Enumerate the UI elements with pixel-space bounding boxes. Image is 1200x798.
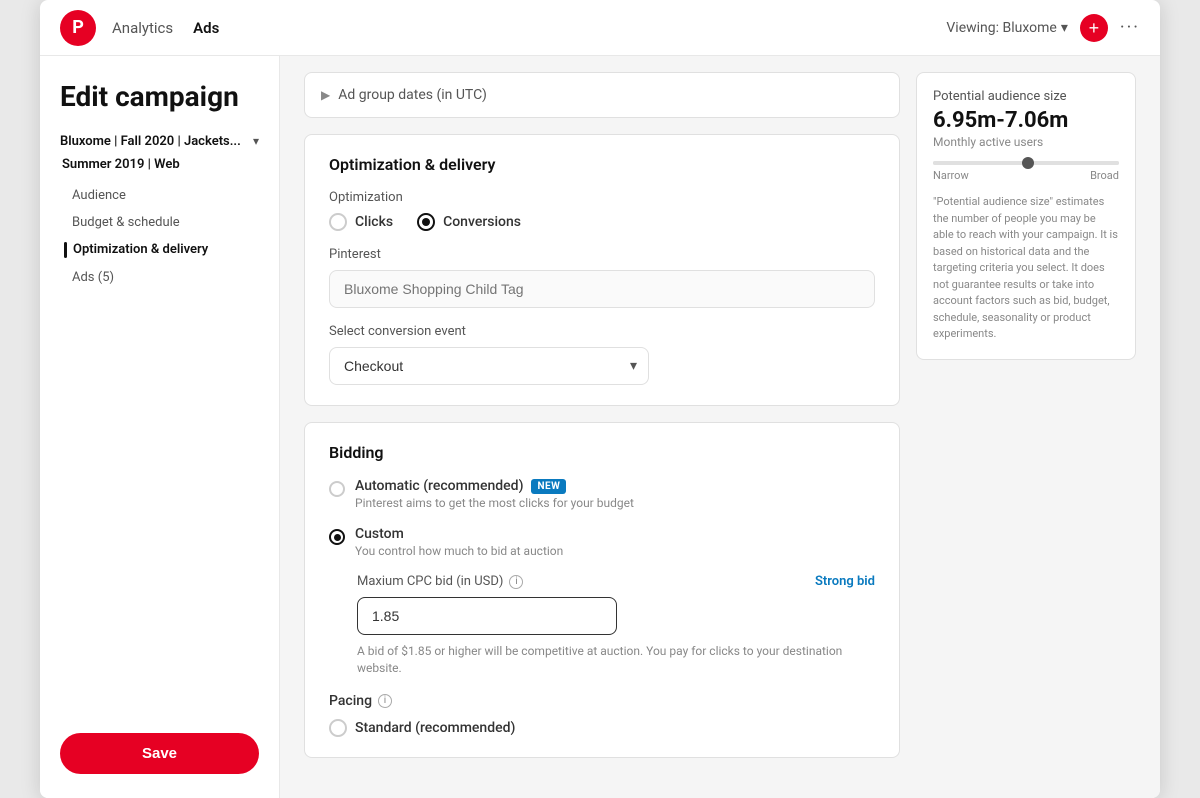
cpc-label-row: Maxium CPC bid (in USD) i Strong bid (357, 574, 875, 589)
pacing-section: Pacing i Standard (recommended) (329, 693, 875, 737)
main-layout: Edit campaign Bluxome | Fall 2020 | Jack… (40, 56, 1160, 798)
slider-labels: Narrow Broad (933, 169, 1119, 182)
conversion-event-select[interactable]: Checkout (329, 347, 649, 385)
optimization-section-title: Optimization & delivery (329, 155, 875, 174)
optimization-section: Optimization & delivery Optimization Cli… (305, 135, 899, 405)
nav-analytics[interactable]: Analytics (112, 15, 173, 41)
expand-arrow-icon: ▶ (321, 88, 330, 102)
sidebar-nav: Audience Budget & schedule Optimization … (60, 184, 259, 289)
sidebar: Edit campaign Bluxome | Fall 2020 | Jack… (40, 56, 280, 798)
content-area: ▶ Ad group dates (in UTC) Optimization &… (280, 56, 1160, 798)
conversion-event-label: Select conversion event (329, 324, 875, 339)
campaign-name: Bluxome | Fall 2020 | Jackets... (60, 134, 241, 149)
ad-group-dates-collapsed[interactable]: ▶ Ad group dates (in UTC) (304, 72, 900, 118)
cpc-note: A bid of $1.85 or higher will be competi… (357, 643, 875, 677)
header-nav: Analytics Ads (112, 15, 219, 41)
pinterest-logo[interactable]: P (60, 10, 96, 46)
pacing-label: Pacing (329, 693, 372, 709)
optimization-radio-group: Clicks Conversions (329, 213, 875, 231)
save-button[interactable]: Save (60, 733, 259, 774)
broad-label: Broad (1090, 169, 1119, 182)
audience-size-card: Potential audience size 6.95m-7.06m Mont… (916, 72, 1136, 360)
narrow-label: Narrow (933, 169, 969, 182)
sidebar-item-ads[interactable]: Ads (5) (64, 266, 259, 289)
ad-group-name: Summer 2019 | Web (60, 157, 259, 172)
sidebar-bottom: Save (60, 733, 259, 774)
page-title: Edit campaign (60, 80, 259, 114)
sidebar-item-audience[interactable]: Audience (64, 184, 259, 207)
clicks-radio[interactable] (329, 213, 347, 231)
pacing-info-icon[interactable]: i (378, 694, 392, 708)
audience-size-value: 6.95m-7.06m (933, 108, 1119, 133)
chevron-down-icon: ▾ (253, 134, 259, 148)
cpc-label: Maxium CPC bid (in USD) (357, 574, 503, 589)
bidding-radio-group: Automatic (recommended) NEW Pinterest ai… (329, 478, 875, 558)
standard-pacing-radio[interactable] (329, 719, 347, 737)
pinterest-field-label: Pinterest (329, 247, 875, 262)
cpc-bid-section: Maxium CPC bid (in USD) i Strong bid A b… (357, 574, 875, 677)
automatic-radio[interactable] (329, 481, 345, 497)
bidding-card: Bidding Automatic (recommended) NEW (304, 422, 900, 758)
automatic-label-row: Automatic (recommended) NEW (355, 478, 634, 494)
add-button[interactable]: + (1080, 14, 1108, 42)
audience-slider-track[interactable] (933, 161, 1119, 165)
optimization-label: Optimization (329, 190, 875, 205)
header-right: Viewing: Bluxome ▾ + ··· (946, 14, 1140, 42)
conversions-radio[interactable] (417, 213, 435, 231)
chevron-down-icon: ▾ (1061, 20, 1068, 36)
standard-pacing-option[interactable]: Standard (recommended) (329, 719, 875, 737)
sidebar-item-budget[interactable]: Budget & schedule (64, 211, 259, 234)
audience-subtitle: Monthly active users (933, 135, 1119, 149)
viewing-selector[interactable]: Viewing: Bluxome ▾ (946, 20, 1068, 36)
automatic-option-content: Automatic (recommended) NEW Pinterest ai… (355, 478, 634, 510)
clicks-label: Clicks (355, 214, 393, 230)
automatic-bid-option[interactable]: Automatic (recommended) NEW Pinterest ai… (329, 478, 875, 510)
conversions-option[interactable]: Conversions (417, 213, 521, 231)
cpc-info-icon[interactable]: i (509, 575, 523, 589)
conversion-event-select-wrapper: Checkout ▾ (329, 347, 649, 385)
automatic-label: Automatic (recommended) (355, 478, 523, 494)
custom-option-content: Custom You control how much to bid at au… (355, 526, 563, 558)
audience-card-title: Potential audience size (933, 89, 1119, 104)
new-badge: NEW (531, 479, 566, 494)
custom-label: Custom (355, 526, 404, 542)
custom-bid-option[interactable]: Custom You control how much to bid at au… (329, 526, 875, 558)
audience-description: "Potential audience size" estimates the … (933, 194, 1119, 343)
nav-ads[interactable]: Ads (193, 15, 219, 41)
content-main: ▶ Ad group dates (in UTC) Optimization &… (304, 56, 900, 774)
audience-sidebar: Potential audience size 6.95m-7.06m Mont… (916, 56, 1136, 774)
strong-bid-label: Strong bid (815, 574, 875, 589)
slider-thumb (1022, 157, 1034, 169)
header: P Analytics Ads Viewing: Bluxome ▾ + ··· (40, 0, 1160, 56)
conversions-label: Conversions (443, 214, 521, 230)
pinterest-tag-input[interactable] (329, 270, 875, 308)
campaign-selector[interactable]: Bluxome | Fall 2020 | Jackets... ▾ (60, 134, 259, 149)
custom-label-row: Custom (355, 526, 563, 542)
collapsed-label: Ad group dates (in UTC) (338, 87, 487, 103)
sidebar-item-optimization[interactable]: Optimization & delivery (64, 238, 259, 262)
clicks-option[interactable]: Clicks (329, 213, 393, 231)
custom-radio[interactable] (329, 529, 345, 545)
bidding-section: Bidding Automatic (recommended) NEW (305, 423, 899, 757)
automatic-desc: Pinterest aims to get the most clicks fo… (355, 496, 634, 510)
custom-desc: You control how much to bid at auction (355, 544, 563, 558)
pacing-label-row: Pacing i (329, 693, 875, 709)
more-options-button[interactable]: ··· (1120, 17, 1140, 38)
cpc-bid-input[interactable] (357, 597, 617, 635)
bidding-title: Bidding (329, 443, 875, 462)
optimization-card: Optimization & delivery Optimization Cli… (304, 134, 900, 406)
standard-pacing-label: Standard (recommended) (355, 720, 515, 736)
